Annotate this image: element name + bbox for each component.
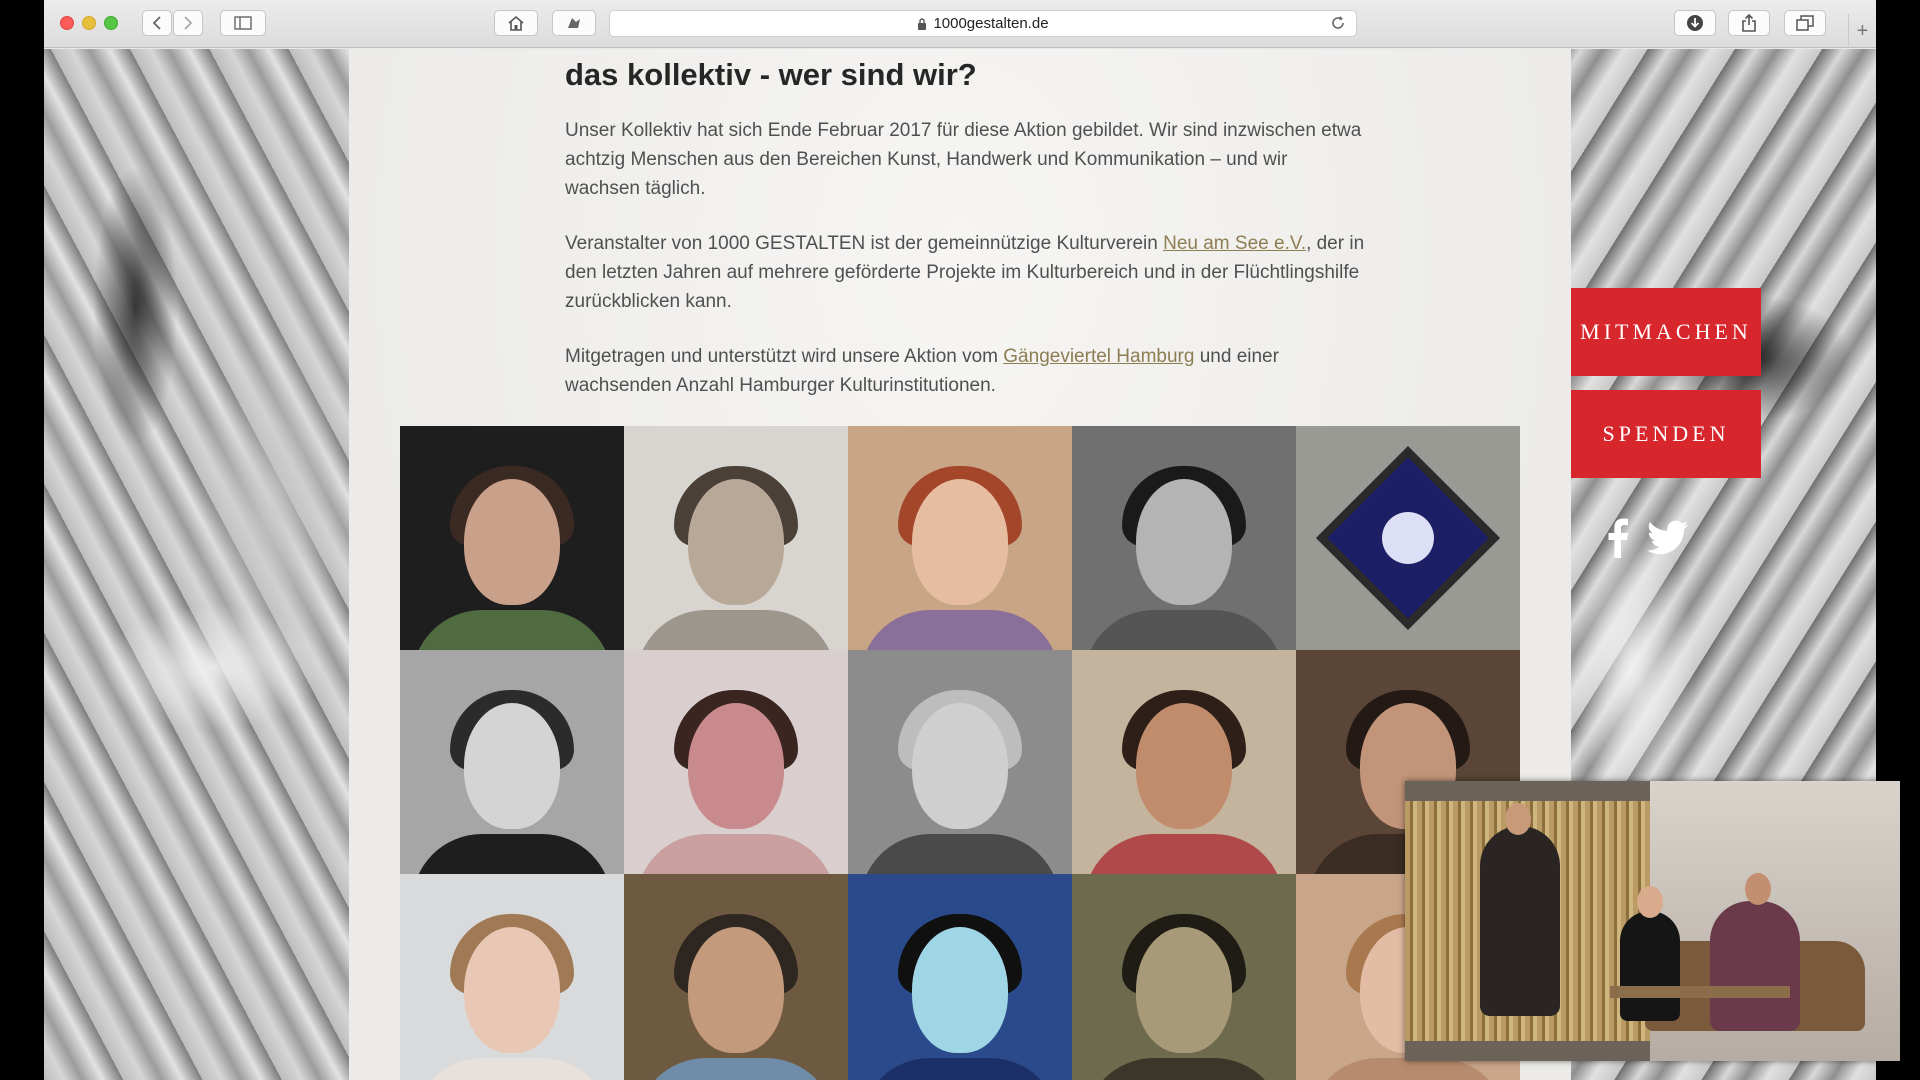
member-photo[interactable] bbox=[400, 426, 624, 650]
zoom-window-button[interactable] bbox=[104, 16, 118, 30]
back-button[interactable] bbox=[142, 10, 172, 36]
video-overlay[interactable] bbox=[1405, 781, 1900, 1061]
member-photo[interactable] bbox=[624, 426, 848, 650]
background-image-left bbox=[44, 49, 349, 1080]
member-photo[interactable] bbox=[848, 874, 1072, 1080]
member-photo[interactable] bbox=[400, 650, 624, 874]
downloads-button[interactable] bbox=[1674, 10, 1716, 36]
lock-icon bbox=[918, 18, 927, 30]
sidebar-icon bbox=[234, 16, 252, 30]
video-person-head bbox=[1745, 873, 1771, 905]
share-button[interactable] bbox=[1728, 10, 1770, 36]
tabs-overview-button[interactable] bbox=[1784, 10, 1826, 36]
organizer-text-before: Veranstalter von 1000 GESTALTEN ist der … bbox=[565, 233, 1164, 254]
twitter-icon[interactable] bbox=[1647, 520, 1689, 556]
extension-icon bbox=[568, 18, 580, 28]
minimize-window-button[interactable] bbox=[82, 16, 96, 30]
video-table bbox=[1610, 986, 1790, 998]
page-title: das kollektiv - wer sind wir? bbox=[565, 57, 977, 92]
intro-paragraph: Unser Kollektiv hat sich Ende Februar 20… bbox=[565, 116, 1365, 203]
member-photo[interactable] bbox=[624, 650, 848, 874]
member-photo[interactable] bbox=[1072, 874, 1296, 1080]
member-photo[interactable] bbox=[848, 650, 1072, 874]
supporter-text-before: Mitgetragen und unterstützt wird unsere … bbox=[565, 346, 1004, 367]
close-window-button[interactable] bbox=[60, 16, 74, 30]
reload-icon[interactable] bbox=[1330, 15, 1346, 31]
member-photo[interactable] bbox=[848, 426, 1072, 650]
chevron-left-icon bbox=[152, 16, 161, 30]
new-tab-button[interactable]: + bbox=[1848, 14, 1876, 48]
supporter-paragraph: Mitgetragen und unterstützt wird unsere … bbox=[565, 342, 1365, 400]
download-icon bbox=[1687, 15, 1703, 31]
mitmachen-button[interactable]: MITMACHEN bbox=[1571, 288, 1761, 376]
social-links bbox=[1607, 518, 1689, 558]
gaengeviertel-link[interactable]: Gängeviertel Hamburg bbox=[1003, 346, 1194, 367]
video-person bbox=[1480, 826, 1560, 1016]
video-person-head bbox=[1637, 886, 1663, 918]
sidebar-toggle-button[interactable] bbox=[220, 10, 266, 36]
plus-icon: + bbox=[1856, 19, 1869, 42]
video-person-head bbox=[1505, 803, 1531, 835]
organizer-paragraph: Veranstalter von 1000 GESTALTEN ist der … bbox=[565, 229, 1365, 316]
home-icon bbox=[508, 15, 524, 31]
facebook-icon[interactable] bbox=[1607, 518, 1629, 558]
spenden-button[interactable]: SPENDEN bbox=[1571, 390, 1761, 478]
share-icon bbox=[1742, 14, 1756, 32]
url-text: 1000gestalten.de bbox=[933, 15, 1049, 32]
intro-text: Unser Kollektiv hat sich Ende Februar 20… bbox=[565, 120, 1362, 199]
member-photo[interactable] bbox=[1072, 426, 1296, 650]
video-person bbox=[1620, 911, 1680, 1021]
member-photo[interactable] bbox=[1072, 650, 1296, 874]
member-photo[interactable] bbox=[624, 874, 848, 1080]
content-column: das kollektiv - wer sind wir? Unser Koll… bbox=[349, 49, 1571, 1080]
neu-am-see-link[interactable]: Neu am See e.V. bbox=[1163, 233, 1306, 254]
home-button[interactable] bbox=[494, 10, 538, 36]
member-photo[interactable] bbox=[1296, 426, 1520, 650]
video-person bbox=[1710, 901, 1800, 1031]
forward-button[interactable] bbox=[173, 10, 203, 36]
chevron-right-icon bbox=[184, 16, 193, 30]
member-photo-grid bbox=[400, 426, 1520, 1080]
address-bar[interactable]: 1000gestalten.de bbox=[609, 10, 1357, 37]
tabs-icon bbox=[1796, 15, 1814, 31]
browser-toolbar: 1000gestalten.de + bbox=[44, 0, 1876, 48]
member-photo[interactable] bbox=[400, 874, 624, 1080]
extension-button[interactable] bbox=[552, 10, 596, 36]
